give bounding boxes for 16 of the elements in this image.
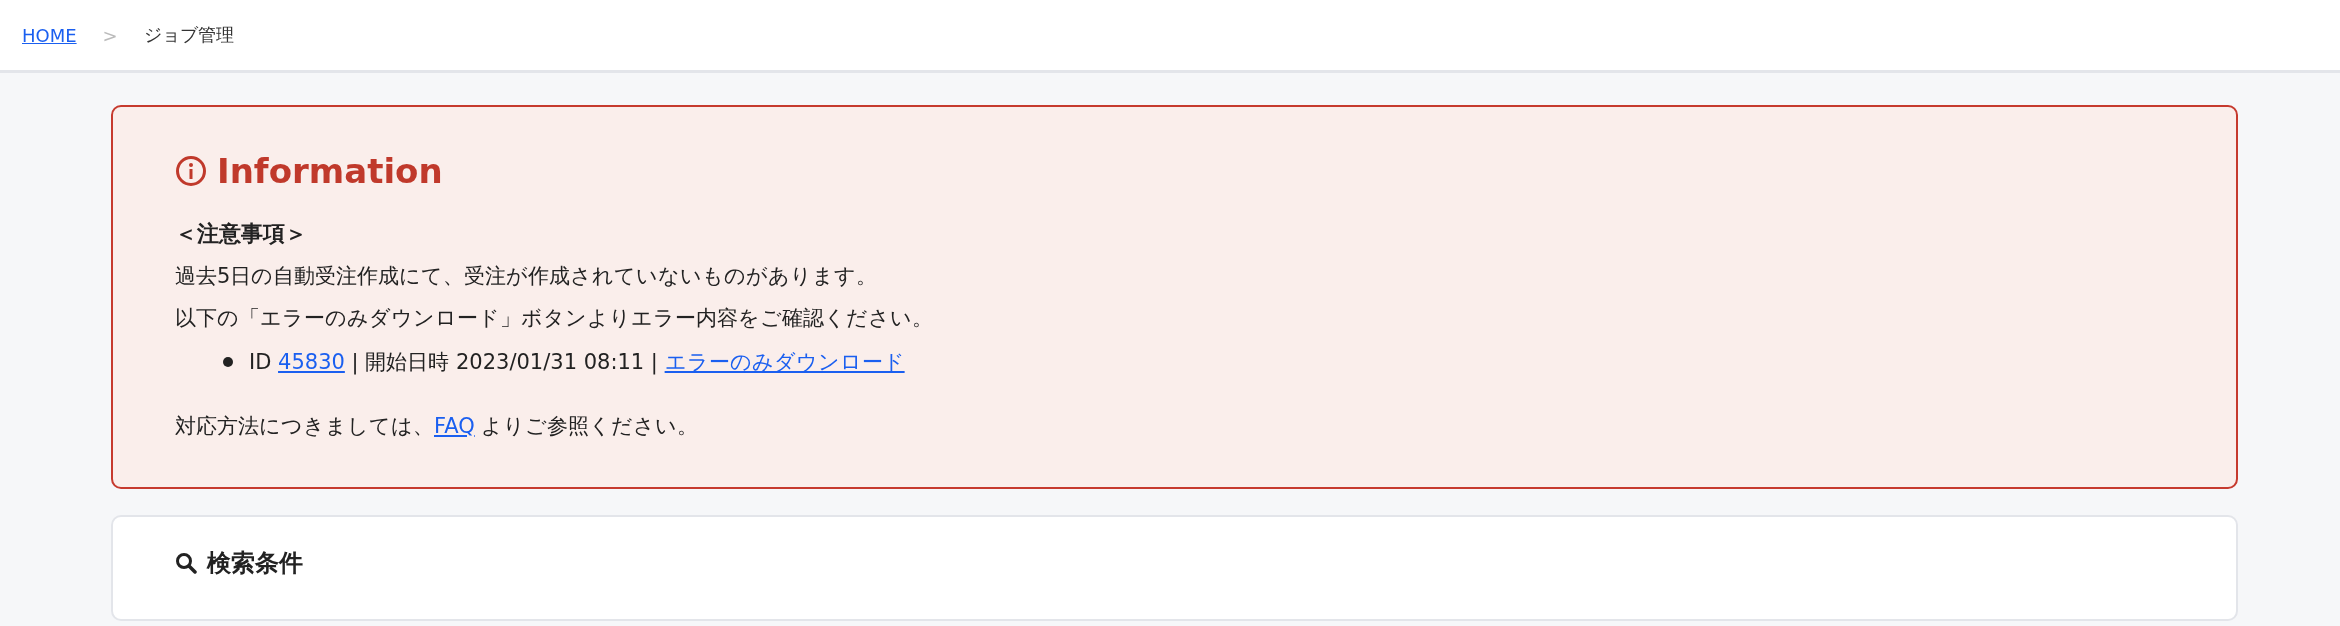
notice-text: 過去5日の自動受注作成にて、受注が作成されていないものがあります。 <box>175 263 879 290</box>
breadcrumb-current: ジョブ管理 <box>143 23 234 47</box>
text-link[interactable]: FAQ <box>434 414 475 438</box>
info-icon <box>175 155 207 187</box>
breadcrumb-separator: > <box>102 24 118 46</box>
faq-text: 対応方法につきましては、FAQ よりご参照ください。 <box>175 413 700 440</box>
search-title: 検索条件 <box>207 548 303 579</box>
bullet-icon <box>223 357 233 367</box>
search-icon <box>175 552 197 574</box>
job-entry: ID 45830 | 開始日時 2023/01/31 08:11 | エラーのみダウンロード <box>249 349 905 377</box>
breadcrumb-link[interactable]: HOME <box>22 24 77 46</box>
text-link[interactable]: エラーのみダウンロード <box>664 350 905 374</box>
notice-heading: ＜注意事項＞ <box>175 220 308 248</box>
text-link[interactable]: 45830 <box>278 350 345 374</box>
information-title: Information <box>217 151 443 191</box>
notice-text: 以下の「エラーのみダウンロード」ボタンよりエラー内容をご確認ください。 <box>175 305 934 332</box>
